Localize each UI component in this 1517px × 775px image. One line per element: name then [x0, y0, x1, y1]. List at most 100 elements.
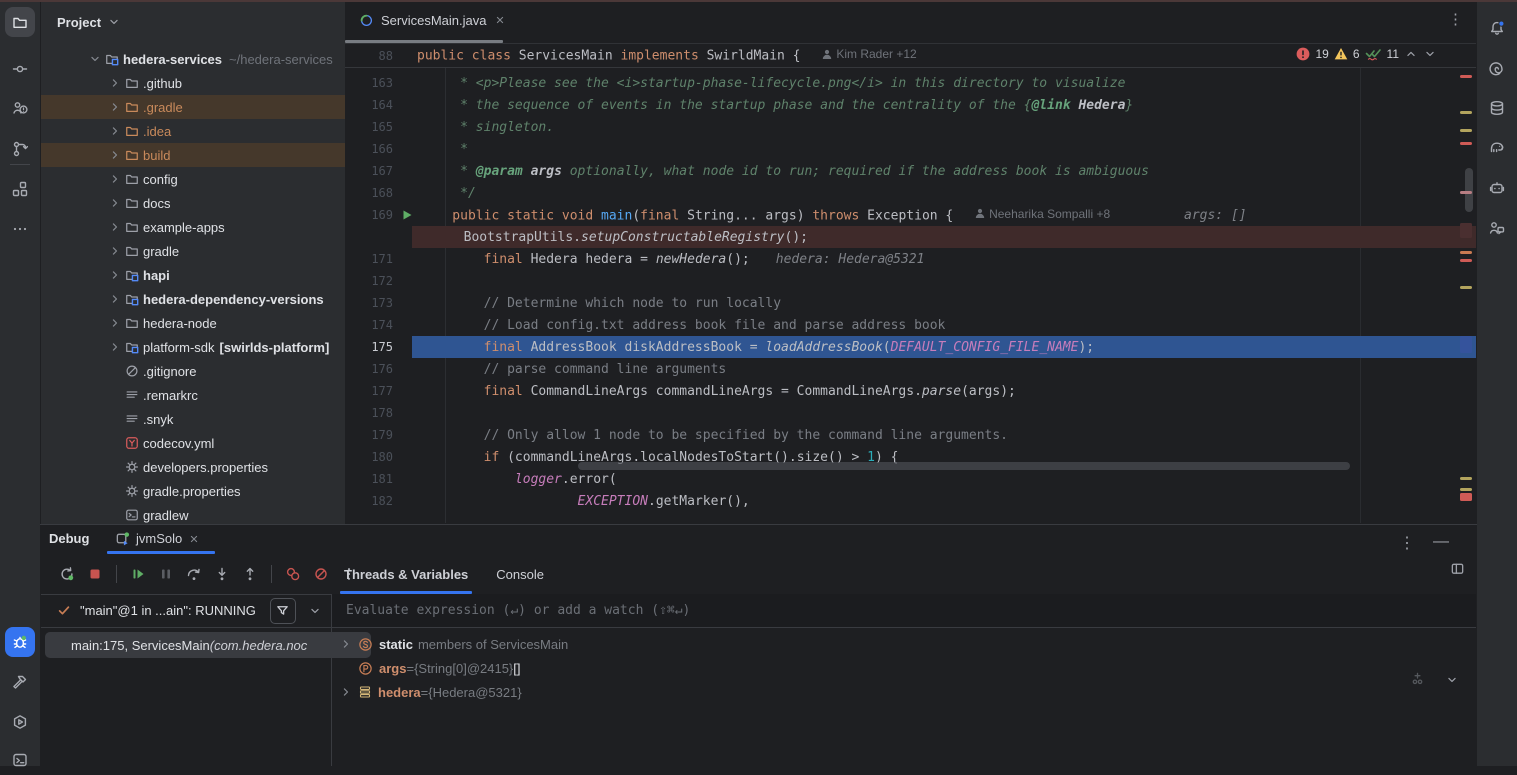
tool-strip-commit-button[interactable]: [5, 54, 35, 84]
tree-item-hapi[interactable]: hapi: [41, 263, 345, 287]
chevron-down-icon[interactable]: [107, 15, 121, 29]
code-line-169[interactable]: 169 public static void main(final String…: [345, 204, 1477, 226]
code-line-177[interactable]: 177 final CommandLineArgs commandLineArg…: [345, 380, 1477, 402]
tool-strip-structure-button[interactable]: [5, 174, 35, 204]
debug-rerun-button[interactable]: [55, 562, 79, 586]
tree-item-gradle-properties[interactable]: gradle.properties: [41, 479, 345, 503]
code-line-176[interactable]: 176 // parse command line arguments: [345, 358, 1477, 380]
chevron-down-icon[interactable]: [308, 604, 322, 618]
code-line-168[interactable]: 168 */: [345, 182, 1477, 204]
code-line-166[interactable]: 166 *: [345, 138, 1477, 160]
tree-item-gradle[interactable]: gradle: [41, 239, 345, 263]
vertical-scrollbar[interactable]: [1465, 168, 1473, 212]
tree-item-hedera-services[interactable]: hedera-services~/hedera-services: [41, 47, 345, 71]
debug-view-breakpoints-button[interactable]: [281, 562, 305, 586]
tool-strip-project-button[interactable]: [5, 7, 35, 37]
debug-tab-threads-variables[interactable]: Threads & Variables: [330, 554, 482, 594]
tree-item-docs[interactable]: docs: [41, 191, 345, 215]
code-line-182[interactable]: 182 EXCEPTION.getMarker(),: [345, 490, 1477, 512]
chevron-right-icon[interactable]: [105, 76, 125, 90]
chevron-right-icon[interactable]: [105, 172, 125, 186]
tool-strip-vcs-button[interactable]: [5, 134, 35, 164]
tree-item-build[interactable]: build: [41, 143, 345, 167]
tree-item--remarkrc[interactable]: .remarkrc: [41, 383, 345, 407]
debug-panel-separator[interactable]: [40, 524, 1477, 525]
debug-step-over-button[interactable]: [182, 562, 206, 586]
code-line-179[interactable]: 179 // Only allow 1 node to be specified…: [345, 424, 1477, 446]
project-panel-title[interactable]: Project: [57, 15, 101, 30]
code-line-178[interactable]: 178: [345, 402, 1477, 424]
tree-item-example-apps[interactable]: example-apps: [41, 215, 345, 239]
code-line-167[interactable]: 167 * @param args optionally, what node …: [345, 160, 1477, 182]
code-line-172[interactable]: 172: [345, 270, 1477, 292]
chevron-right-icon[interactable]: [105, 268, 125, 282]
chevron-right-icon[interactable]: [105, 292, 125, 306]
tool-strip-notifications-button[interactable]: [1482, 13, 1512, 43]
code-line-173[interactable]: 173 // Determine which node to run local…: [345, 292, 1477, 314]
gutter-slot[interactable]: [397, 209, 417, 221]
chevron-right-icon[interactable]: [105, 124, 125, 138]
debug-step-into-button[interactable]: [210, 562, 234, 586]
tree-item-codecov-yml[interactable]: codecov.yml: [41, 431, 345, 455]
stack-frame-row[interactable]: main:175, ServicesMain (com.hedera.noc: [45, 632, 371, 658]
chevron-right-icon[interactable]: [105, 316, 125, 330]
chevron-right-icon[interactable]: [334, 685, 358, 699]
debug-stop-button[interactable]: [83, 562, 107, 586]
tool-strip-ai-assistant-button[interactable]: [1482, 54, 1512, 84]
tree-item-platform-sdk[interactable]: platform-sdk[swirlds-platform]: [41, 335, 345, 359]
variable-row-args[interactable]: args = {String[0]@2415} []: [332, 656, 1477, 680]
tool-strip-more-button[interactable]: [5, 214, 35, 244]
tree-item--github[interactable]: .github: [41, 71, 345, 95]
tree-item-gradlew[interactable]: gradlew: [41, 503, 345, 524]
chevron-right-icon[interactable]: [105, 196, 125, 210]
tool-strip-code-review-button[interactable]: [5, 93, 35, 123]
inspections-widget[interactable]: 19 6 11: [1296, 47, 1437, 61]
code-line-163[interactable]: 163 * <p>Please see the <i>startup-phase…: [345, 72, 1477, 94]
tree-item-developers-properties[interactable]: developers.properties: [41, 455, 345, 479]
tool-strip-build-button[interactable]: [5, 667, 35, 697]
close-icon[interactable]: [494, 14, 506, 26]
hide-panel-icon[interactable]: —: [1433, 533, 1449, 551]
tree-item--idea[interactable]: .idea: [41, 119, 345, 143]
debug-tab-console[interactable]: Console: [482, 554, 558, 594]
debug-pause-button[interactable]: [154, 562, 178, 586]
tool-strip-terminal-button[interactable]: [5, 745, 35, 775]
chevron-right-icon[interactable]: [105, 148, 125, 162]
tool-strip-debug-button[interactable]: [5, 627, 35, 657]
code-line-165[interactable]: 165 * singleton.: [345, 116, 1477, 138]
tool-strip-database-button[interactable]: [1482, 93, 1512, 123]
debug-step-out-button[interactable]: [238, 562, 262, 586]
tool-strip-robot-button[interactable]: [1482, 173, 1512, 203]
tree-item--gradle[interactable]: .gradle: [41, 95, 345, 119]
next-problem-chevron-icon[interactable]: [1423, 47, 1437, 61]
chevron-right-icon[interactable]: [334, 637, 358, 651]
tree-item-hedera-dependency-versions[interactable]: hedera-dependency-versions: [41, 287, 345, 311]
filter-frames-icon[interactable]: [270, 598, 296, 624]
debug-session-tab[interactable]: jvmSolo: [107, 525, 208, 552]
tree-item-hedera-node[interactable]: hedera-node: [41, 311, 345, 335]
variable-row-hedera[interactable]: hedera = {Hedera@5321}: [332, 680, 1477, 704]
tree-item-config[interactable]: config: [41, 167, 345, 191]
tree-item--gitignore[interactable]: .gitignore: [41, 359, 345, 383]
chevron-right-icon[interactable]: [105, 220, 125, 234]
editor-tab-servicesmain[interactable]: ServicesMain.java: [345, 0, 520, 40]
chevron-down-icon[interactable]: [85, 52, 105, 66]
editor-options-kebab-icon[interactable]: ⋮: [1448, 10, 1463, 28]
chevron-right-icon[interactable]: [105, 340, 125, 354]
thread-status-row[interactable]: "main"@1 in ...ain": RUNNING: [41, 594, 331, 628]
code-line-171[interactable]: 171 final Hedera hedera = newHedera();he…: [345, 248, 1477, 270]
debug-resume-button[interactable]: [126, 562, 150, 586]
tree-item--snyk[interactable]: .snyk: [41, 407, 345, 431]
evaluate-expression-bar[interactable]: Evaluate expression (↵) or add a watch (…: [331, 594, 1477, 628]
chevron-right-icon[interactable]: [105, 244, 125, 258]
chevron-right-icon[interactable]: [105, 100, 125, 114]
variable-row-static[interactable]: static members of ServicesMain: [332, 632, 1477, 656]
code-line-181[interactable]: 181 logger.error(: [345, 468, 1477, 490]
code-line-164[interactable]: 164 * the sequence of events in the star…: [345, 94, 1477, 116]
code-line-175[interactable]: 175 final AddressBook diskAddressBook = …: [345, 336, 1477, 358]
close-icon[interactable]: [188, 533, 200, 545]
code-line-174[interactable]: 174 // Load config.txt address book file…: [345, 314, 1477, 336]
tool-strip-gradle-button[interactable]: [1482, 132, 1512, 162]
run-line-icon[interactable]: [401, 209, 413, 221]
debug-options-kebab-icon[interactable]: ⋮: [1399, 533, 1415, 553]
